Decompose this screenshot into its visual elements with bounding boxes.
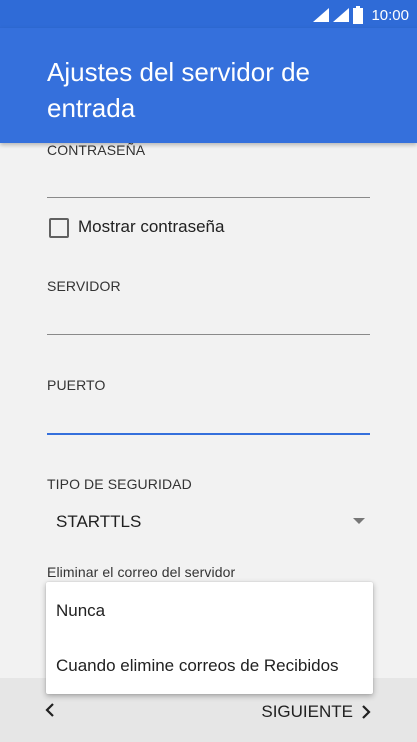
signal-icon [333, 8, 350, 22]
dropdown-option-on-delete[interactable]: Cuando elimine correos de Recibidos [56, 656, 339, 676]
chevron-right-icon [362, 705, 371, 719]
security-type-label: TIPO DE SEGURIDAD [47, 476, 192, 492]
page-title: Ajustes del servidor de entrada [47, 57, 311, 123]
dropdown-arrow-icon[interactable] [353, 518, 365, 524]
show-password-checkbox[interactable] [49, 218, 69, 238]
signal-icon [313, 8, 330, 22]
back-button[interactable] [45, 700, 55, 723]
password-field[interactable] [47, 197, 370, 198]
server-label: SERVIDOR [47, 278, 121, 294]
delete-option-dropdown: Nunca Cuando elimine correos de Recibido… [46, 582, 373, 694]
password-label: CONTRASEÑA [47, 143, 146, 158]
status-bar: 10:00 [0, 0, 417, 28]
port-field[interactable] [47, 433, 370, 435]
show-password-label[interactable]: Mostrar contraseña [78, 217, 224, 237]
dropdown-option-never[interactable]: Nunca [56, 601, 105, 621]
battery-icon [353, 6, 364, 24]
server-field[interactable] [47, 334, 370, 335]
delete-from-server-label: Eliminar el correo del servidor [47, 564, 236, 580]
security-type-select[interactable]: STARTTLS [56, 512, 141, 532]
port-label: PUERTO [47, 377, 106, 393]
next-button-label: SIGUIENTE [261, 702, 353, 721]
next-button[interactable]: SIGUIENTE [261, 702, 371, 722]
chevron-left-icon [45, 703, 54, 717]
status-time: 10:00 [371, 6, 409, 24]
status-icons: 10:00 [313, 5, 409, 25]
app-bar: Ajustes del servidor de entrada [0, 28, 417, 143]
